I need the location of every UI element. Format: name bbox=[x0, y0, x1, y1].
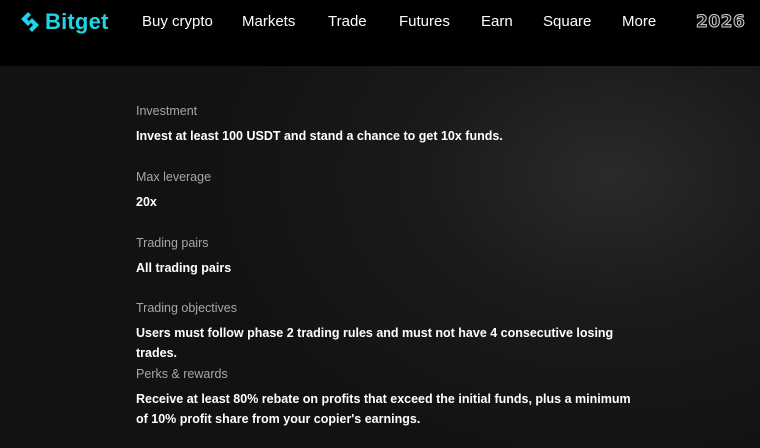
nav-more[interactable]: More bbox=[622, 13, 656, 31]
nav-square[interactable]: Square bbox=[543, 13, 591, 31]
trading-objectives-value: Users must follow phase 2 trading rules … bbox=[136, 326, 614, 360]
perks-rewards-label: Perks & rewards bbox=[136, 367, 228, 381]
max-leverage-value: 20x bbox=[136, 195, 157, 209]
nav-buy-crypto[interactable]: Buy crypto bbox=[142, 13, 213, 31]
anniversary-badge[interactable]: 2026 bbox=[695, 12, 745, 33]
investment-label: Investment bbox=[136, 104, 198, 118]
top-navigation-bar: Bitget Buy crypto Markets Trade Futures … bbox=[0, 0, 760, 44]
logo-text: Bitget bbox=[45, 9, 109, 34]
investment-value: Invest at least 100 USDT and stand a cha… bbox=[136, 129, 503, 143]
nav-earn[interactable]: Earn bbox=[481, 13, 513, 31]
nav-futures[interactable]: Futures bbox=[399, 13, 450, 31]
nav-trade[interactable]: Trade bbox=[328, 13, 367, 31]
trading-objectives-label: Trading objectives bbox=[136, 301, 237, 315]
nav-markets[interactable]: Markets bbox=[242, 13, 295, 31]
trading-pairs-value: All trading pairs bbox=[136, 261, 232, 275]
trading-pairs-label: Trading pairs bbox=[136, 236, 209, 250]
perks-rewards-value: Receive at least 80% rebate on profits t… bbox=[136, 392, 631, 426]
page: Bitget Buy crypto Markets Trade Futures … bbox=[0, 0, 760, 448]
challenge-details-panel: Investment Invest at least 100 USDT and … bbox=[0, 66, 760, 448]
bitget-logo-icon bbox=[21, 12, 39, 32]
max-leverage-label: Max leverage bbox=[136, 170, 212, 184]
bitget-logo[interactable]: Bitget bbox=[19, 8, 109, 36]
